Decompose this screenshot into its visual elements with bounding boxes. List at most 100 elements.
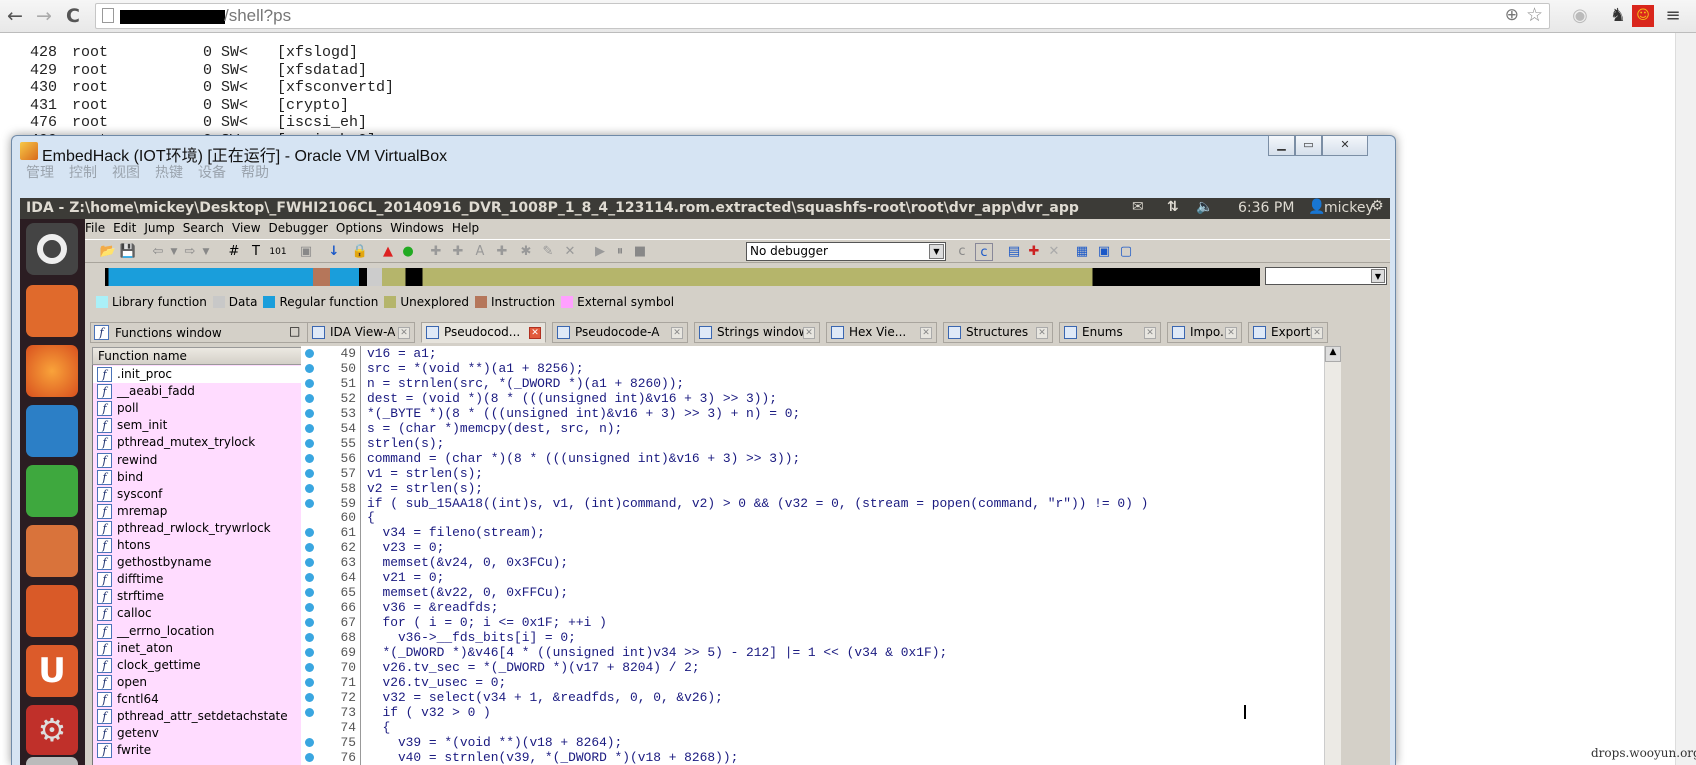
- code-line[interactable]: 74 {: [301, 720, 1323, 735]
- vbox-menu-item[interactable]: 控制: [69, 165, 97, 181]
- reload-button[interactable]: C: [62, 4, 84, 28]
- add-breakpoint-icon[interactable]: ✚: [1025, 243, 1043, 261]
- tab-close-icon[interactable]: ✕: [1311, 327, 1323, 339]
- zoom-icon[interactable]: ⊕: [1505, 5, 1519, 25]
- search-next-icon[interactable]: ▣: [297, 243, 315, 261]
- code-line[interactable]: 49 v16 = a1;: [301, 346, 1323, 361]
- tab-enums[interactable]: Enums ✕: [1059, 322, 1161, 343]
- make-code-icon[interactable]: ✚: [427, 243, 445, 261]
- function-list-item[interactable]: f open: [93, 674, 329, 691]
- clock[interactable]: 6:36 PM: [1238, 200, 1294, 216]
- delete-icon[interactable]: ✕: [561, 243, 579, 261]
- ubuntu-one-icon[interactable]: U: [26, 645, 78, 697]
- vbox-menu-item[interactable]: 设备: [198, 165, 226, 181]
- function-list-item[interactable]: f inet_aton: [93, 640, 329, 657]
- search-text-icon[interactable]: T: [247, 243, 265, 261]
- decompile-icon[interactable]: c: [953, 243, 971, 261]
- code-line[interactable]: 58 v2 = strlen(s);: [301, 481, 1323, 496]
- menu-file[interactable]: File: [85, 221, 105, 235]
- menu-view[interactable]: View: [232, 221, 260, 235]
- function-list-item[interactable]: f pthread_mutex_trylock: [93, 434, 329, 451]
- rename-icon[interactable]: ✎: [539, 243, 557, 261]
- function-list-item[interactable]: f pthread_rwlock_trywrlock: [93, 520, 329, 537]
- chevron-down-icon[interactable]: ▼: [929, 244, 944, 259]
- writer-icon[interactable]: [26, 405, 78, 457]
- tab-close-icon[interactable]: ✕: [398, 327, 410, 339]
- bookmark-star-icon[interactable]: ☆: [1526, 4, 1543, 26]
- code-line[interactable]: 52 dest = (void *)(8 * (((unsigned int)&v…: [301, 391, 1323, 406]
- address-bar[interactable]: /shell?ps ⊕ ☆: [95, 3, 1550, 29]
- code-line[interactable]: 51 n = strnlen(src, *(_DWORD *)(a1 + 8260…: [301, 376, 1323, 391]
- code-line[interactable]: 60 {: [301, 510, 1323, 525]
- code-line[interactable]: 67 for ( i = 0; i <= 0x1F; ++i ): [301, 615, 1323, 630]
- globe-extension-icon[interactable]: ◉: [1569, 5, 1591, 27]
- pause-icon[interactable]: ⏸: [611, 243, 629, 261]
- register-icon[interactable]: ▣: [1095, 243, 1113, 261]
- function-list-item[interactable]: f bind: [93, 469, 329, 486]
- chevron-down-icon[interactable]: ▼: [1371, 269, 1385, 283]
- make-string-icon[interactable]: A: [471, 243, 489, 261]
- function-list-item[interactable]: f gethostbyname: [93, 554, 329, 571]
- tab-pseudocod[interactable]: Pseudocod... ✕: [421, 322, 546, 343]
- function-list-item[interactable]: f sem_init: [93, 417, 329, 434]
- function-list-item[interactable]: f getenv: [93, 725, 329, 742]
- menu-jump[interactable]: Jump: [144, 221, 174, 235]
- vbox-menu-item[interactable]: 管理: [26, 165, 54, 181]
- tab-close-icon[interactable]: ✕: [1144, 327, 1156, 339]
- power-gear-icon[interactable]: ⚙: [1371, 198, 1384, 214]
- code-line[interactable]: 68 v36->__fds_bits[i] = 0;: [301, 630, 1323, 645]
- tab-close-icon[interactable]: ✕: [671, 327, 683, 339]
- close-button[interactable]: ✕: [1322, 135, 1368, 156]
- function-list-item[interactable]: f fwrite: [93, 742, 329, 759]
- settings-icon[interactable]: ⚙: [26, 705, 78, 755]
- stop-icon[interactable]: ■: [631, 243, 649, 261]
- warning-icon[interactable]: ▲: [379, 243, 397, 261]
- maximize-button[interactable]: ▭: [1295, 135, 1322, 156]
- code-line[interactable]: 73 if ( v32 > 0 ): [301, 705, 1323, 720]
- mail-icon[interactable]: ✉: [1132, 199, 1144, 215]
- menu-help[interactable]: Help: [452, 221, 479, 235]
- vbox-menu-item[interactable]: 视图: [112, 165, 140, 181]
- open-icon[interactable]: 📂: [99, 243, 117, 261]
- extension-icon[interactable]: ☺: [1632, 5, 1654, 27]
- play-icon[interactable]: ▶: [591, 243, 609, 261]
- code-line[interactable]: 54 s = (char *)memcpy(dest, src, n);: [301, 421, 1323, 436]
- function-list-item[interactable]: f .init_proc: [93, 366, 329, 383]
- tab-impo[interactable]: Impo... ✕: [1167, 322, 1242, 343]
- function-list-item[interactable]: f pthread_attr_setdetachstate: [93, 708, 329, 725]
- code-line[interactable]: 56 command = (char *)(8 * (((unsigned int…: [301, 451, 1323, 466]
- code-line[interactable]: 59 if ( sub_15AA18((int)s, v1, (int)comma…: [301, 496, 1323, 511]
- column-header-function-name[interactable]: Function name: [92, 347, 328, 365]
- code-line[interactable]: 62 v23 = 0;: [301, 540, 1323, 555]
- menu-debugger[interactable]: Debugger: [269, 221, 328, 235]
- function-list-item[interactable]: f rewind: [93, 452, 329, 469]
- navigation-band-select[interactable]: ▼: [1265, 267, 1387, 285]
- save-icon[interactable]: 💾: [119, 243, 137, 261]
- back-button[interactable]: ←: [4, 4, 26, 28]
- pseudocode-icon[interactable]: c: [975, 243, 993, 261]
- tab-strings-window[interactable]: Strings window ✕: [694, 322, 820, 343]
- make-data-icon[interactable]: ✚: [449, 243, 467, 261]
- function-list-item[interactable]: f __errno_location: [93, 623, 329, 640]
- delete-breakpoint-icon[interactable]: ✕: [1045, 243, 1063, 261]
- network-icon[interactable]: ⇅: [1167, 199, 1179, 215]
- files-icon[interactable]: [26, 285, 78, 337]
- workspace-icon[interactable]: [26, 757, 78, 765]
- graph-icon[interactable]: ▦: [1073, 243, 1091, 261]
- code-line[interactable]: 64 v21 = 0;: [301, 570, 1323, 585]
- menu-options[interactable]: Options: [336, 221, 382, 235]
- tab-close-icon[interactable]: ✕: [803, 327, 815, 339]
- function-list-item[interactable]: f clock_gettime: [93, 657, 329, 674]
- menu-edit[interactable]: Edit: [113, 221, 136, 235]
- tab-close-icon[interactable]: ✕: [920, 327, 932, 339]
- window-icon[interactable]: ▢: [1117, 243, 1135, 261]
- search-immediate-icon[interactable]: 101: [269, 243, 287, 261]
- function-list-item[interactable]: f strftime: [93, 588, 329, 605]
- code-line[interactable]: 50 src = *(void **)(a1 + 8256);: [301, 361, 1323, 376]
- forward-button[interactable]: →: [33, 4, 55, 28]
- code-scrollbar[interactable]: ▲: [1324, 346, 1341, 765]
- tab-hex-vie[interactable]: Hex Vie... ✕: [826, 322, 937, 343]
- code-line[interactable]: 55 strlen(s);: [301, 436, 1323, 451]
- code-line[interactable]: 76 v40 = strnlen(v39, *(_DWORD *)(v18 + …: [301, 750, 1323, 765]
- search-sequence-icon[interactable]: #: [225, 243, 243, 261]
